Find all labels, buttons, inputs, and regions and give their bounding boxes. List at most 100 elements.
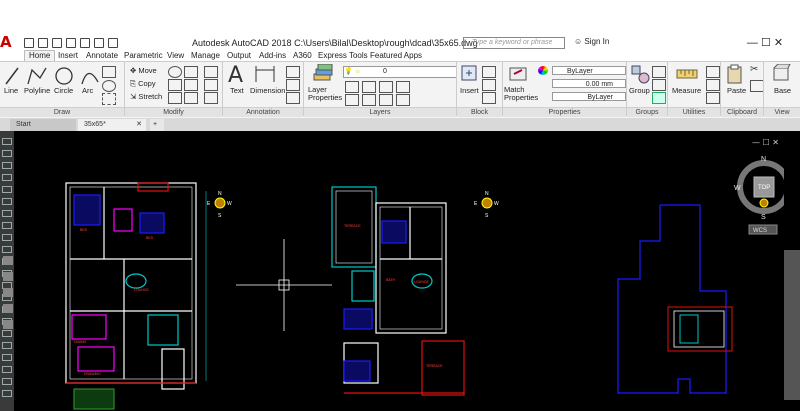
color-dropdown[interactable]: ByLayer (552, 66, 626, 75)
drawing-canvas[interactable]: — ☐ ✕ BEDBEDLOUNGEDININGDRAWING N S E W (14, 131, 784, 411)
showmotion-icon[interactable] (3, 320, 13, 329)
search-input[interactable]: Type a keyword or phrase (463, 37, 565, 49)
utilities-panel-title[interactable]: Utilities (668, 107, 720, 117)
offset-icon[interactable] (204, 92, 218, 104)
color-wheel-icon[interactable] (538, 66, 548, 75)
add-selected-tool-icon[interactable] (2, 366, 12, 373)
groups-panel-title[interactable]: Groups (627, 107, 667, 117)
table-icon[interactable] (286, 92, 300, 104)
polyline-button[interactable]: Polyline (24, 86, 50, 95)
view-panel-title[interactable]: View (764, 107, 800, 117)
tab-featured-apps[interactable]: Featured Apps (370, 51, 422, 60)
pan-icon[interactable] (3, 272, 13, 281)
steering-wheel-icon[interactable] (3, 256, 13, 265)
properties-panel-title[interactable]: Properties (503, 107, 626, 117)
table-tool-icon[interactable] (2, 342, 12, 349)
arc-button[interactable]: Arc (82, 86, 93, 95)
spline-tool-icon[interactable] (2, 234, 12, 241)
open-icon[interactable] (38, 38, 48, 48)
erase-icon[interactable] (204, 66, 218, 78)
line-button[interactable]: Line (4, 86, 18, 95)
ungroup-icon[interactable] (652, 66, 666, 78)
hatch-icon[interactable] (102, 80, 116, 92)
paste-button[interactable]: Paste (727, 86, 746, 95)
arc-tool-icon[interactable] (2, 198, 12, 205)
scale-icon[interactable] (168, 92, 182, 104)
stretch-button[interactable]: ⇲ Stretch (130, 92, 162, 101)
attribute-icon[interactable] (482, 92, 496, 104)
cut-icon[interactable]: ✂ (750, 64, 758, 75)
text-button[interactable]: Text (230, 86, 244, 95)
revcloud-tool-icon[interactable] (2, 222, 12, 229)
dimension-button[interactable]: Dimension (250, 86, 285, 95)
measure-button[interactable]: Measure (672, 86, 701, 95)
zoom-icon[interactable] (3, 288, 13, 297)
tab-drawing-35x65[interactable]: 35x65* ✕ (78, 119, 146, 131)
fillet-icon[interactable] (184, 79, 198, 91)
move-button[interactable]: ✥ Move (130, 66, 157, 75)
match-layer-icon[interactable] (362, 81, 376, 93)
make-current-icon[interactable] (345, 81, 359, 93)
print-icon[interactable] (80, 38, 90, 48)
layer-walk-icon[interactable] (396, 94, 410, 106)
leader-icon[interactable] (286, 79, 300, 91)
tab-parametric[interactable]: Parametric (124, 51, 163, 60)
edit-block-icon[interactable] (482, 79, 496, 91)
tab-view[interactable]: View (167, 51, 184, 60)
autocad-logo[interactable]: A (0, 35, 20, 50)
layer-off-icon[interactable] (379, 81, 393, 93)
sign-in-button[interactable]: ☺ Sign In (574, 37, 609, 46)
undo-icon[interactable] (94, 38, 104, 48)
mtext-tool-icon[interactable] (2, 354, 12, 361)
rectangle-icon[interactable] (102, 66, 116, 78)
group-edit-icon[interactable] (652, 79, 666, 91)
region-tool-icon[interactable] (2, 330, 12, 337)
copy-button[interactable]: ⎘ Copy (130, 79, 156, 89)
window-controls[interactable]: — ☐ ✕ (730, 36, 800, 50)
layers-panel-title[interactable]: Layers (304, 107, 456, 117)
group-button[interactable]: Group (629, 86, 650, 95)
array-icon[interactable] (184, 92, 198, 104)
close-icon[interactable]: ✕ (136, 119, 142, 131)
mirror-icon[interactable] (168, 79, 182, 91)
tab-addins[interactable]: Add-ins (259, 51, 286, 60)
group-select-icon[interactable] (652, 92, 666, 104)
quick-select-icon[interactable] (706, 66, 720, 78)
annotation-panel-title[interactable]: Annotation (223, 107, 303, 117)
layer-unisolate-icon[interactable] (379, 94, 393, 106)
layer-properties-button[interactable]: Layer Properties (308, 86, 342, 102)
tab-express-tools[interactable]: Express Tools (318, 51, 368, 60)
linear-dim-icon[interactable] (286, 66, 300, 78)
base-button[interactable]: Base (774, 86, 791, 95)
tab-a360[interactable]: A360 (293, 51, 312, 60)
tab-output[interactable]: Output (227, 51, 251, 60)
tool-icon[interactable] (2, 378, 12, 385)
xline-tool-icon[interactable] (2, 150, 12, 157)
insert-button[interactable]: Insert (460, 86, 479, 95)
new-icon[interactable] (24, 38, 34, 48)
rotate-icon[interactable] (168, 66, 182, 78)
calculator-icon[interactable] (706, 92, 720, 104)
tool-icon[interactable] (2, 390, 12, 397)
layer-dropdown[interactable]: 💡 ☼ 0 (343, 66, 457, 78)
circle-button[interactable]: Circle (54, 86, 73, 95)
layer-lock-icon[interactable] (362, 94, 376, 106)
trim-icon[interactable] (184, 66, 198, 78)
tab-insert[interactable]: Insert (58, 51, 78, 60)
id-point-icon[interactable] (706, 79, 720, 91)
redo-icon[interactable] (108, 38, 118, 48)
ellipse-tool-icon[interactable] (2, 246, 12, 253)
line-tool-icon[interactable] (2, 138, 12, 145)
polyline-tool-icon[interactable] (2, 162, 12, 169)
save-icon[interactable] (52, 38, 62, 48)
modify-panel-title[interactable]: Modify (125, 107, 222, 117)
orbit-icon[interactable] (3, 304, 13, 313)
clipboard-panel-title[interactable]: Clipboard (721, 107, 763, 117)
create-block-icon[interactable] (482, 66, 496, 78)
tab-start[interactable]: Start (10, 119, 76, 131)
rectangle-tool-icon[interactable] (2, 186, 12, 193)
copy-clip-icon[interactable] (750, 80, 764, 92)
match-properties-button[interactable]: Match Properties (504, 86, 538, 102)
block-panel-title[interactable]: Block (457, 107, 502, 117)
tab-annotate[interactable]: Annotate (86, 51, 118, 60)
